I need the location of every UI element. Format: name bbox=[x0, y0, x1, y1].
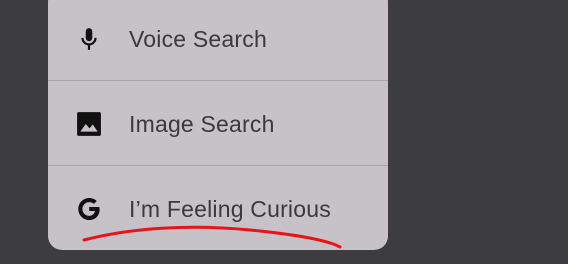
voice-search-label: Voice Search bbox=[129, 25, 267, 52]
google-g-icon bbox=[76, 196, 102, 222]
image-search-item[interactable]: Image Search bbox=[48, 82, 388, 166]
divider bbox=[48, 165, 388, 166]
image-search-label: Image Search bbox=[129, 110, 275, 137]
microphone-icon bbox=[76, 26, 102, 52]
screen: Voice Search Image Search I’m Feeling Cu… bbox=[0, 0, 568, 264]
quick-actions-menu: Voice Search Image Search I’m Feeling Cu… bbox=[48, 0, 388, 250]
divider bbox=[48, 80, 388, 81]
feeling-curious-label: I’m Feeling Curious bbox=[129, 195, 331, 222]
voice-search-item[interactable]: Voice Search bbox=[48, 0, 388, 81]
image-icon bbox=[76, 111, 102, 137]
feeling-curious-item[interactable]: I’m Feeling Curious bbox=[48, 167, 388, 250]
